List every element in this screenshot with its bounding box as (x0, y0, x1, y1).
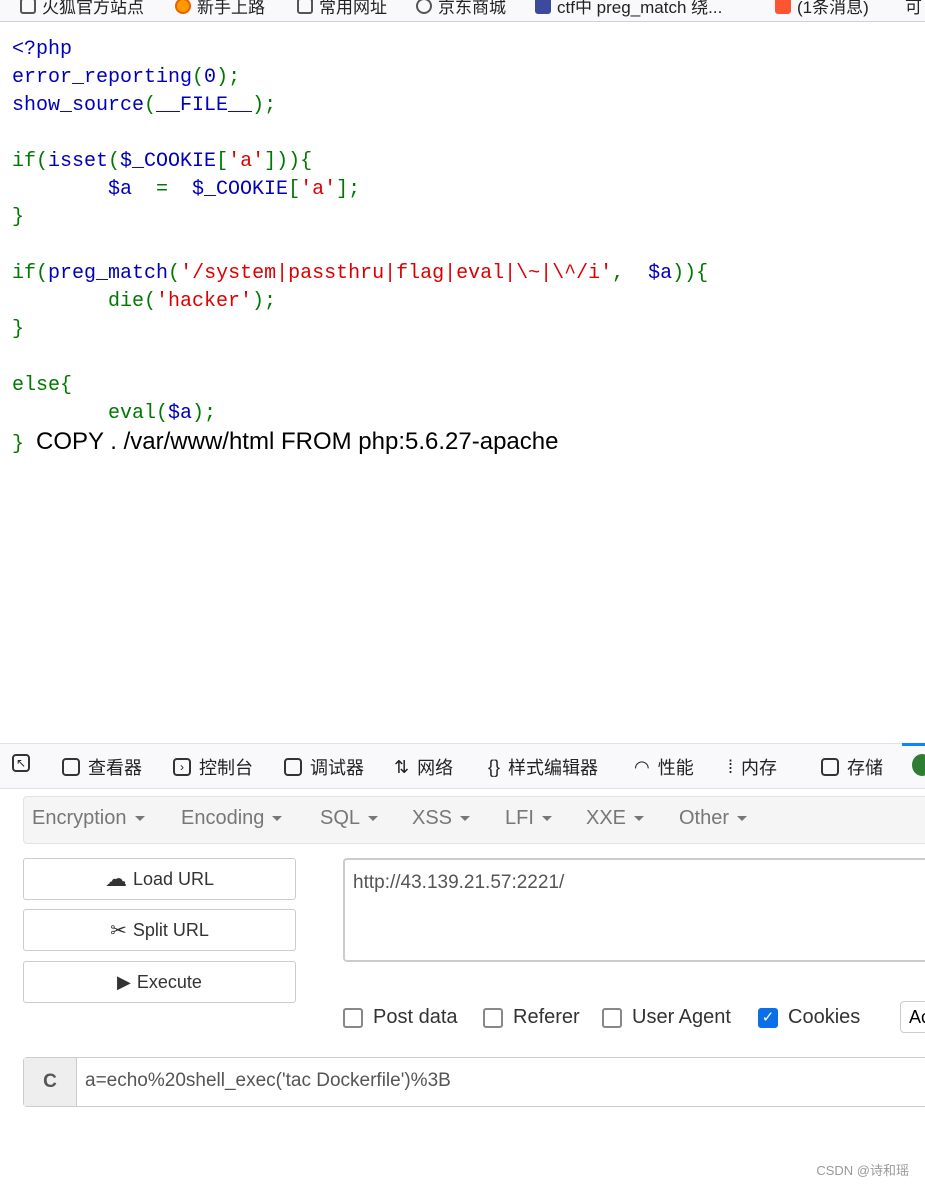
element-picker-button[interactable]: ↖ (12, 754, 30, 772)
inspector-icon (62, 758, 80, 776)
tab-debugger[interactable]: 调试器 (284, 754, 364, 780)
bookmark[interactable]: 新手上路 (175, 0, 265, 18)
firefox-icon (175, 0, 191, 14)
bookmark[interactable]: (1条消息) (775, 0, 869, 18)
load-url-button[interactable]: ☁ Load URL (23, 858, 296, 900)
cookies-checkbox[interactable]: ✓ Cookies (758, 1006, 860, 1029)
split-url-button[interactable]: ✂ Split URL (23, 909, 296, 951)
bookmarks-bar: 火狐官方站点 新手上路 常用网址 京东商城 ctf中 preg_match 绕.… (0, 0, 925, 22)
watermark: CSDN @诗和瑶 (816, 1163, 909, 1178)
referer-checkbox[interactable]: Referer (483, 1006, 580, 1029)
chip-icon: ⁞ (728, 756, 734, 777)
storage-icon (821, 758, 839, 776)
folder-icon (20, 0, 36, 14)
checkbox-icon (483, 1007, 503, 1028)
tab-network[interactable]: ⇅ 网络 (394, 754, 453, 780)
active-tab-indicator (902, 743, 925, 746)
add-header-button[interactable]: Ac (900, 1001, 925, 1033)
checkbox-icon (343, 1007, 363, 1028)
menu-other[interactable]: Other (679, 807, 747, 830)
bookmark[interactable]: 可 (905, 0, 922, 18)
cookie-label: C (24, 1058, 77, 1106)
tab-performance[interactable]: ◠ 性能 (634, 754, 694, 780)
tab-memory[interactable]: ⁞ 内存 (728, 754, 777, 780)
url-input[interactable]: http://43.139.21.57:2221/ (343, 858, 925, 962)
menu-encryption[interactable]: Encryption (32, 807, 145, 830)
menu-sql[interactable]: SQL (320, 807, 378, 830)
play-icon: ▶ (117, 971, 131, 992)
picker-icon: ↖ (12, 754, 30, 772)
console-icon: › (173, 758, 191, 776)
devtools-toolbar: ↖ 查看器 › 控制台 调试器 ⇅ 网络 {} 样式编辑器 ◠ 性能 ⁞ 内存 存储 (0, 743, 925, 789)
cookie-field: C a=echo%20shell_exec('tac Dockerfile')%… (23, 1057, 925, 1107)
user-agent-checkbox[interactable]: User Agent (602, 1006, 731, 1029)
debugger-icon (284, 758, 302, 776)
tab-style-editor[interactable]: {} 样式编辑器 (488, 754, 598, 780)
execute-button[interactable]: ▶ Execute (23, 961, 296, 1003)
globe-icon (416, 0, 432, 14)
cookie-input[interactable]: a=echo%20shell_exec('tac Dockerfile')%3B (77, 1058, 459, 1106)
menu-encoding[interactable]: Encoding (181, 807, 282, 830)
bookmark[interactable]: 常用网址 (297, 0, 387, 18)
menu-xss[interactable]: XSS (412, 807, 470, 830)
tab-storage[interactable]: 存储 (821, 754, 883, 780)
tab-console[interactable]: › 控制台 (173, 754, 253, 780)
hackbar-menu: Encryption Encoding SQL XSS LFI XXE Othe… (23, 796, 925, 844)
checkmark-icon: ✓ (758, 1007, 778, 1028)
bookmark[interactable]: 火狐官方站点 (20, 0, 144, 18)
network-icon: ⇅ (394, 756, 410, 777)
menu-xxe[interactable]: XXE (586, 807, 644, 830)
php-source: <?php error_reporting(0); show_source(__… (12, 38, 709, 456)
post-data-checkbox[interactable]: Post data (343, 1006, 458, 1029)
site-icon (535, 0, 551, 14)
csdn-icon (775, 0, 791, 14)
command-output: COPY . /var/www/html FROM php:5.6.27-apa… (36, 428, 559, 455)
cloud-download-icon: ☁ (104, 866, 127, 891)
braces-icon: {} (488, 756, 501, 777)
folder-icon (297, 0, 313, 14)
bookmark[interactable]: 京东商城 (416, 0, 506, 18)
gauge-icon: ◠ (634, 756, 650, 777)
scissors-icon: ✂ (110, 919, 127, 942)
tab-inspector[interactable]: 查看器 (62, 754, 142, 780)
bookmark[interactable]: ctf中 preg_match 绕... (535, 0, 722, 18)
extension-icon[interactable] (912, 754, 925, 776)
checkbox-icon (602, 1007, 622, 1028)
menu-lfi[interactable]: LFI (505, 807, 552, 830)
